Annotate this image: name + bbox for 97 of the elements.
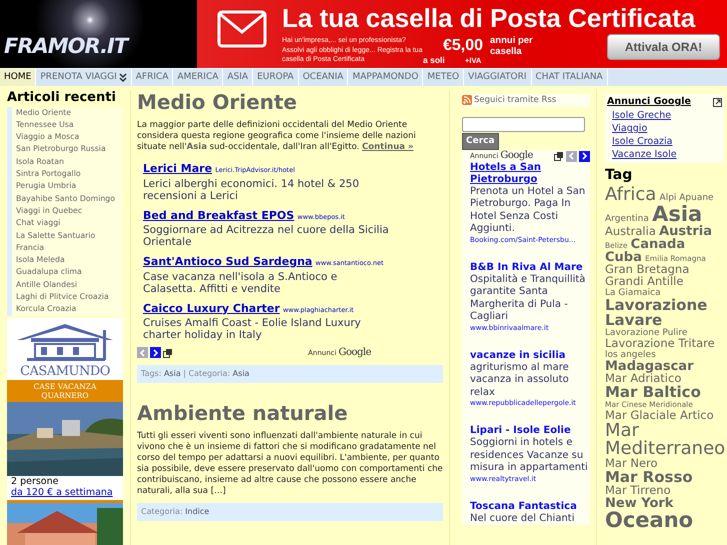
popup-icon bbox=[554, 151, 564, 161]
meta-label: Categoria: bbox=[141, 506, 184, 516]
meta-label: Categoria: bbox=[188, 368, 232, 378]
price: €5,00 bbox=[443, 37, 484, 55]
tag-link[interactable]: Mar Mediterraneo bbox=[605, 422, 724, 458]
ad-text: Lerici alberghi economici. 14 hotel & 250 recensioni a Lerici bbox=[143, 178, 360, 202]
meta-label: Tags: bbox=[141, 368, 162, 378]
tag-link[interactable]: Oceano bbox=[605, 510, 694, 532]
tag-link[interactable]: Mar Tirreno bbox=[605, 485, 671, 497]
ad-title[interactable]: vacanze in sicilia bbox=[470, 350, 590, 362]
nav-tab[interactable]: AFRICA bbox=[132, 69, 174, 86]
sidebar-heading: Articoli recenti bbox=[7, 90, 117, 106]
ad-text: Case vacanza nell'isola a S.Antioco e Calasetta. Affitti e vendite bbox=[143, 270, 338, 294]
chevron-right-icon bbox=[581, 152, 588, 160]
ad-link[interactable]: Isole Greche bbox=[607, 109, 722, 122]
ad-text: agriturismo al mare vacanza in assoluto relax bbox=[470, 362, 570, 400]
ad-text: Prenota un Hotel a San Pietroburgo. Paga In Hotel Senza Costi Aggiunti. bbox=[470, 186, 586, 236]
google-wordmark: Google bbox=[500, 150, 533, 162]
next-button[interactable] bbox=[150, 347, 161, 358]
tag-link[interactable]: Grandi Antille bbox=[605, 276, 684, 288]
nav-tab[interactable]: ASIA bbox=[223, 69, 254, 86]
chevron-right-icon bbox=[152, 348, 159, 357]
tag-link[interactable]: Mar Glaciale Artico bbox=[605, 410, 714, 422]
search-button[interactable]: Cerca bbox=[462, 132, 499, 150]
tag-link[interactable]: Mar Baltico bbox=[605, 385, 701, 400]
ad-title[interactable]: Toscana Fantastica bbox=[470, 500, 590, 513]
google-wordmark: Google bbox=[338, 347, 371, 358]
tag-link[interactable]: Lavorazione Pulire bbox=[605, 329, 688, 338]
nav-tab[interactable]: CHAT ITALIANA bbox=[532, 69, 608, 86]
promo-link[interactable]: da 120 € a settimana bbox=[7, 486, 123, 498]
ad-title[interactable]: Hotels a San Pietroburgo bbox=[470, 162, 590, 186]
envelope-icon bbox=[217, 10, 267, 48]
chevron-left-icon bbox=[139, 348, 146, 357]
external-link-icon bbox=[713, 98, 722, 107]
ad-title[interactable]: Caicco Luxury Charter bbox=[143, 302, 280, 314]
ad-title[interactable]: Sant'Antioco Sud Sardegna bbox=[143, 255, 312, 268]
tag-link[interactable]: Madagascar bbox=[605, 360, 694, 374]
meta-link[interactable]: Asia bbox=[232, 368, 250, 378]
ad-link[interactable]: Vacanze Isole bbox=[607, 148, 722, 162]
cta-button[interactable]: Attivala ORA! bbox=[607, 34, 720, 60]
nav-tab[interactable]: PRENOTA VIAGGI bbox=[36, 69, 132, 86]
nav-tab[interactable]: HOME bbox=[0, 69, 36, 86]
price-prefix: a soli bbox=[423, 55, 445, 65]
ad-text: Ospitalità e Tranquillità garantite Santa Margherita di Pula - Cagliari bbox=[470, 274, 586, 324]
post-excerpt: La maggior parte delle definizioni occidentali del Medio Oriente considera questa regione geografica come l'insieme delle nazioni situate nell'Asia sud-occidentale, dall'Iran all'Egitto. Continua » bbox=[137, 120, 417, 153]
banner-headline: La tua casella di Posta Certificata bbox=[282, 3, 696, 34]
ad-text: Nel cuore del Chianti bbox=[470, 512, 576, 526]
tag-link[interactable]: Mar Nero bbox=[605, 458, 658, 470]
nav-tab[interactable]: OCEANIA bbox=[298, 69, 348, 86]
next-button[interactable] bbox=[579, 150, 590, 162]
ad-title[interactable]: Bed and Breakfast EPOS bbox=[143, 208, 294, 222]
popup-icon bbox=[163, 348, 173, 358]
meta-separator: | bbox=[182, 368, 187, 378]
tag-link[interactable]: Australia bbox=[605, 226, 656, 238]
meta-link[interactable]: Asia bbox=[164, 368, 181, 378]
brand-logo: CASAMUNDO bbox=[19, 364, 111, 380]
ad-link[interactable]: Viaggio bbox=[607, 122, 722, 136]
ad-link[interactable]: Isole Croazia bbox=[607, 135, 722, 148]
tag-link[interactable]: Alpi Apuane bbox=[660, 194, 714, 204]
tag-link[interactable]: Lavorazione Lavare bbox=[605, 298, 724, 328]
post-excerpt: Tutti gli esseri viventi sono influenzati dall'ambiente naturale in cui vivono che è un insieme di fattori che si modificano gradatamente nel corso del tempo per adattarsi a nuovi equilibri. L'ambiente, per quanto sia possibile, deve essere preservato dall'uomo con comportamenti che contribuiscano, insieme ad altre cause che possono essere anche naturali, alla sua […] bbox=[137, 430, 443, 496]
ads-heading: Annunci Google bbox=[607, 95, 691, 109]
tag-link[interactable]: Cuba bbox=[605, 251, 642, 264]
ad-title[interactable]: B&B In Riva Al Mare bbox=[470, 262, 590, 274]
nav-tab[interactable]: EUROPA bbox=[253, 69, 299, 86]
ad-text: Soggiorni in hotels e residences Vacanze su misura in appartamenti bbox=[470, 437, 589, 475]
search-field[interactable] bbox=[462, 116, 585, 132]
price-note: annui per casella bbox=[490, 36, 534, 57]
tag-link[interactable]: Africa bbox=[605, 186, 656, 204]
nav-tab[interactable]: METEO bbox=[423, 69, 464, 86]
ad-text: Soggiornare ad Acitrezza nel cuore della Sicilia Orientale bbox=[143, 224, 390, 248]
continue-link[interactable]: Continua » bbox=[362, 142, 414, 152]
tag-link[interactable]: Lavorazione Tritare bbox=[605, 338, 715, 350]
chevron-left-icon bbox=[568, 152, 575, 160]
tag-link[interactable]: Mar Rosso bbox=[605, 470, 693, 486]
nav-tab[interactable]: AMERICA bbox=[173, 69, 224, 86]
tag-link[interactable]: Argentina bbox=[605, 215, 649, 224]
tag-link[interactable]: La Giamaica bbox=[605, 289, 661, 298]
tags-heading: Tag bbox=[605, 166, 634, 186]
tag-link[interactable]: Mar Adriatico bbox=[605, 373, 682, 385]
tag-link[interactable]: los angeles bbox=[605, 351, 656, 360]
nav-tab[interactable]: VIAGGIATORI bbox=[464, 69, 532, 86]
tag-link[interactable]: New York bbox=[605, 497, 674, 510]
meta-link[interactable]: Indice bbox=[185, 506, 210, 516]
rss-icon bbox=[462, 95, 472, 106]
post-title[interactable]: Medio Oriente bbox=[137, 90, 443, 114]
ad-title[interactable]: Lerici Mare bbox=[143, 162, 212, 175]
tag-link[interactable]: Gran Bretagna bbox=[605, 264, 690, 276]
banner-ad[interactable] bbox=[197, 0, 727, 68]
post-title[interactable]: Ambiente naturale bbox=[137, 400, 443, 424]
ad-title[interactable]: Lipari - Isole Eolie bbox=[470, 425, 590, 438]
ad-text: Cruises Amalfi Coast - Eolie Island Luxury charter holiday in Italy bbox=[143, 317, 362, 341]
promo-caption: 2 persone bbox=[10, 476, 60, 487]
tag-link[interactable]: Canada bbox=[630, 238, 686, 252]
nav-tab[interactable]: MAPPAMONDO bbox=[348, 69, 424, 86]
tag-link[interactable]: Asia bbox=[652, 204, 702, 226]
tag-link[interactable]: Austria bbox=[659, 225, 712, 238]
